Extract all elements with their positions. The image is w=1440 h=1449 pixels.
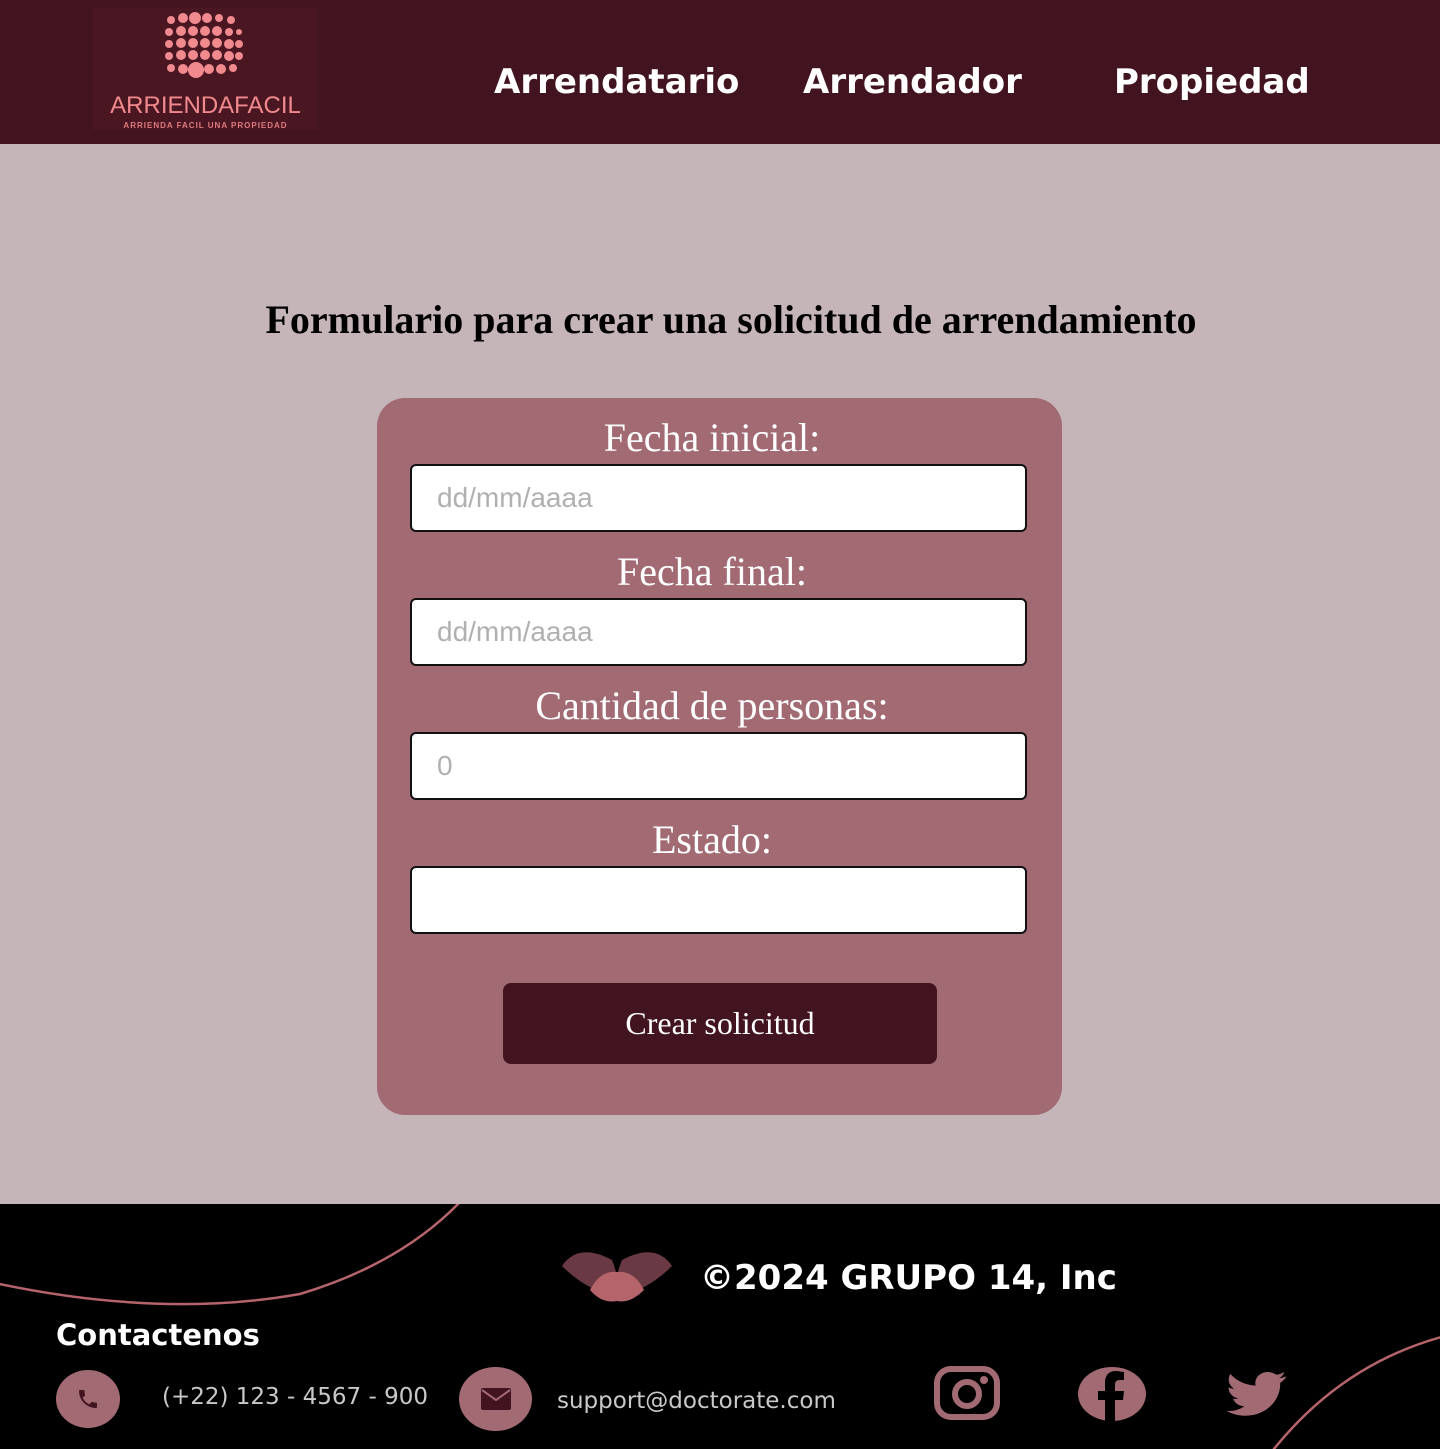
twitter-icon[interactable] [1225, 1372, 1287, 1420]
site-footer: ©2024 GRUPO 14, Inc Contactenos (+22) 12… [0, 1204, 1440, 1449]
email-address[interactable]: support@doctorate.com [557, 1388, 836, 1414]
site-logo[interactable]: ARRIENDAFACIL ARRIENDA FACIL UNA PROPIED… [93, 8, 318, 130]
people-count-input[interactable] [410, 732, 1027, 800]
people-count-label: Cantidad de personas: [535, 683, 889, 728]
site-header: ARRIENDAFACIL ARRIENDA FACIL UNA PROPIED… [0, 0, 1440, 144]
nav-arrendador[interactable]: Arrendador [803, 62, 1022, 102]
rental-request-form: Fecha inicial: Fecha final: Cantidad de … [377, 398, 1062, 1115]
facebook-icon[interactable] [1077, 1366, 1147, 1426]
nav-propiedad[interactable]: Propiedad [1114, 62, 1310, 102]
nav-arrendatario[interactable]: Arrendatario [494, 62, 739, 102]
logo-dots-icon [165, 12, 243, 78]
instagram-icon[interactable] [934, 1366, 1000, 1424]
phone-icon [79, 1390, 97, 1408]
phone-icon-circle[interactable] [56, 1370, 120, 1428]
email-icon [480, 1388, 511, 1410]
email-icon-circle[interactable] [459, 1367, 532, 1431]
start-date-label: Fecha inicial: [603, 415, 821, 460]
create-request-button[interactable]: Crear solicitud [503, 983, 937, 1064]
copyright-text: ©2024 GRUPO 14, Inc [700, 1258, 1117, 1298]
end-date-label: Fecha final: [617, 549, 807, 594]
status-input[interactable] [410, 866, 1027, 934]
contact-title: Contactenos [56, 1318, 260, 1352]
phone-number: (+22) 123 - 4567 - 900 [162, 1384, 428, 1410]
start-date-input[interactable] [410, 464, 1027, 532]
footer-heart-logo-icon [562, 1252, 672, 1302]
logo-tagline: ARRIENDA FACIL UNA PROPIEDAD [123, 121, 288, 130]
logo-name: ARRIENDAFACIL [110, 92, 301, 119]
status-label: Estado: [652, 817, 772, 862]
end-date-input[interactable] [410, 598, 1027, 666]
page-title: Formulario para crear una solicitud de a… [265, 297, 1197, 342]
